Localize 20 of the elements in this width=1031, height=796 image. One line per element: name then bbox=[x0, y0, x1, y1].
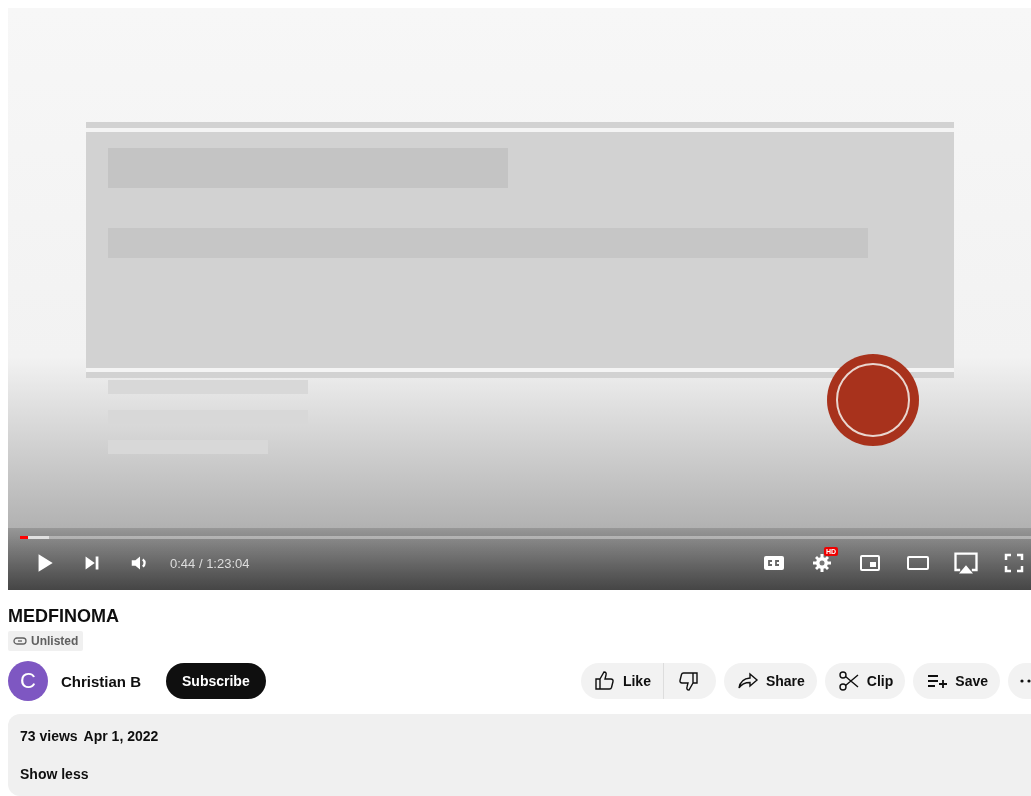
clip-button[interactable]: Clip bbox=[824, 663, 906, 699]
time-display: 0:44 / 1:23:04 bbox=[170, 555, 250, 571]
share-button[interactable]: Share bbox=[723, 663, 817, 699]
fullscreen-icon bbox=[1002, 551, 1026, 575]
scissors-icon bbox=[836, 669, 861, 693]
subscribe-button[interactable]: Subscribe bbox=[166, 663, 266, 699]
upload-date: Apr 1, 2022 bbox=[83, 728, 159, 744]
show-less-button[interactable]: Show less bbox=[20, 766, 89, 782]
progress-track[interactable] bbox=[20, 536, 1031, 539]
thumbs-up-icon bbox=[592, 669, 617, 693]
like-button[interactable]: Like bbox=[580, 663, 664, 699]
video-title: MEDFINOMA bbox=[8, 606, 120, 627]
view-count: 73 views bbox=[20, 728, 78, 744]
save-button[interactable]: Save bbox=[913, 663, 1000, 699]
link-icon bbox=[13, 636, 27, 646]
channel-name[interactable]: Christian B bbox=[61, 672, 141, 690]
visibility-label: Unlisted bbox=[31, 634, 79, 648]
description-box[interactable]: 73 views Apr 1, 2022 Show less bbox=[8, 714, 1031, 796]
settings-icon bbox=[810, 551, 834, 575]
channel-avatar[interactable]: C bbox=[8, 661, 48, 701]
